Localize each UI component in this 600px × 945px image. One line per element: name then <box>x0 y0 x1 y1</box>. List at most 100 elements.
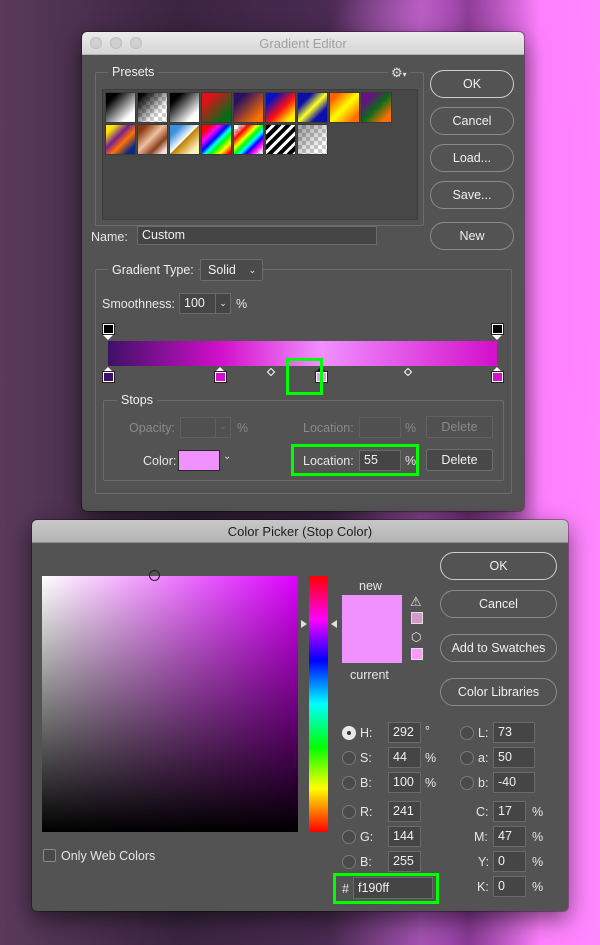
a-channel-label: a: <box>478 751 489 765</box>
window-title: Gradient Editor <box>259 36 347 51</box>
preset-spectrum[interactable] <box>201 124 232 155</box>
stop-color-swatch[interactable] <box>178 450 220 471</box>
color-delete-button[interactable]: Delete <box>426 449 493 471</box>
only-web-colors-label: Only Web Colors <box>61 849 156 863</box>
picker-cancel-button[interactable]: Cancel <box>440 590 557 618</box>
opacity-delete-button: Delete <box>426 416 493 438</box>
hue-input[interactable]: 292 <box>388 722 421 743</box>
preset-blue-yellow-blue[interactable] <box>297 92 328 123</box>
black-input[interactable]: 0 <box>493 876 526 897</box>
color-dropdown-chevron-icon[interactable]: ⌄ <box>223 451 231 462</box>
color-midpoint[interactable] <box>267 367 276 377</box>
cyan-label: C: <box>476 805 489 819</box>
hue-label: H: <box>360 726 373 740</box>
preset-chrome[interactable] <box>169 124 200 155</box>
preset-transparent-rainbow[interactable] <box>233 124 264 155</box>
green-input[interactable]: 144 <box>388 826 421 847</box>
color-stop-selected[interactable] <box>315 367 329 383</box>
color-stop[interactable] <box>214 367 228 383</box>
green-label: G: <box>360 830 374 844</box>
preset-black-white[interactable] <box>169 92 200 123</box>
new-color-swatch <box>342 595 402 629</box>
brightness-input[interactable]: 100 <box>388 772 421 793</box>
color-field-cursor[interactable] <box>148 570 160 581</box>
b-channel-input[interactable]: -40 <box>493 772 535 793</box>
opacity-stop[interactable] <box>101 323 115 340</box>
hue-slider-handle-right[interactable] <box>331 620 337 629</box>
cyan-input[interactable]: 17 <box>493 801 526 822</box>
yellow-input[interactable]: 0 <box>493 851 526 872</box>
color-libraries-button[interactable]: Color Libraries <box>440 678 557 706</box>
preset-blue-red-yellow[interactable] <box>265 92 296 123</box>
magenta-input[interactable]: 47 <box>493 826 526 847</box>
opacity-stop[interactable] <box>490 323 504 340</box>
current-color-swatch[interactable] <box>342 629 402 663</box>
blue-label: B: <box>360 855 372 869</box>
hue-slider[interactable] <box>309 576 328 832</box>
preset-orange-yellow-orange[interactable] <box>329 92 360 123</box>
save-button[interactable]: Save... <box>430 181 514 209</box>
a-channel-radio[interactable] <box>460 751 474 765</box>
hex-input[interactable]: f190ff <box>353 877 433 899</box>
opacity-location-label: Location: <box>303 421 354 435</box>
hue-radio[interactable] <box>342 726 356 740</box>
preset-foreground-to-background[interactable] <box>105 92 136 123</box>
lightness-radio[interactable] <box>460 726 474 740</box>
b-channel-radio[interactable] <box>460 776 474 790</box>
web-safe-cube-icon[interactable]: ⬡ <box>411 630 421 644</box>
saturation-input[interactable]: 44 <box>388 747 421 768</box>
color-midpoint[interactable] <box>403 367 412 377</box>
red-input[interactable]: 241 <box>388 801 421 822</box>
name-label: Name: <box>91 230 128 244</box>
chevron-down-icon: ⌄ <box>248 265 256 275</box>
color-location-input[interactable]: 55 <box>359 450 401 471</box>
hue-slider-handle-left[interactable] <box>301 620 307 629</box>
hue-unit: ° <box>425 724 430 738</box>
gradient-type-select[interactable]: Solid ⌄ <box>200 259 263 281</box>
lightness-input[interactable]: 73 <box>493 722 535 743</box>
preset-yellow-violet-orange-blue[interactable] <box>105 124 136 155</box>
color-stop[interactable] <box>490 367 504 383</box>
preset-foreground-to-transparent[interactable] <box>137 92 168 123</box>
gear-icon[interactable]: ⚙▾ <box>388 65 410 81</box>
zoom-window-button[interactable] <box>130 37 142 49</box>
preset-violet-orange[interactable] <box>233 92 264 123</box>
preset-transparent-stripes[interactable] <box>265 124 296 155</box>
cancel-button[interactable]: Cancel <box>430 107 514 135</box>
saturation-brightness-field[interactable] <box>42 576 298 832</box>
green-radio[interactable] <box>342 830 356 844</box>
gamut-warning-icon[interactable]: ⚠ <box>410 594 422 610</box>
name-input[interactable]: Custom <box>137 226 377 245</box>
brightness-radio[interactable] <box>342 776 356 790</box>
preset-copper[interactable] <box>137 124 168 155</box>
minimize-window-button[interactable] <box>110 37 122 49</box>
smoothness-dropdown[interactable]: ⌄ <box>215 294 230 313</box>
blue-input[interactable]: 255 <box>388 851 421 872</box>
blue-radio[interactable] <box>342 855 356 869</box>
smoothness-input[interactable]: 100 ⌄ <box>179 293 231 314</box>
a-channel-input[interactable]: 50 <box>493 747 535 768</box>
saturation-unit: % <box>425 751 437 765</box>
add-to-swatches-button[interactable]: Add to Swatches <box>440 634 557 662</box>
web-safe-swatch[interactable] <box>411 648 423 660</box>
color-stop[interactable] <box>101 367 115 383</box>
close-window-button[interactable] <box>90 37 102 49</box>
gradient-type-label: Gradient Type: <box>108 263 198 277</box>
preset-violet-green-orange[interactable] <box>361 92 392 123</box>
color-location-unit: % <box>405 454 417 468</box>
red-radio[interactable] <box>342 805 356 819</box>
black-unit: % <box>532 880 544 894</box>
current-color-label: current <box>350 668 389 682</box>
gradient-stops-layer <box>101 321 504 391</box>
only-web-colors-checkbox[interactable] <box>43 849 56 862</box>
saturation-radio[interactable] <box>342 751 356 765</box>
ok-button[interactable]: OK <box>430 70 514 98</box>
load-button[interactable]: Load... <box>430 144 514 172</box>
preset-neutral-density[interactable] <box>297 124 328 155</box>
picker-ok-button[interactable]: OK <box>440 552 557 580</box>
opacity-dropdown: ⌄ <box>215 418 230 437</box>
new-button[interactable]: New <box>430 222 514 250</box>
preset-red-green[interactable] <box>201 92 232 123</box>
opacity-label: Opacity: <box>129 421 175 435</box>
gamut-warning-swatch[interactable] <box>411 612 423 624</box>
